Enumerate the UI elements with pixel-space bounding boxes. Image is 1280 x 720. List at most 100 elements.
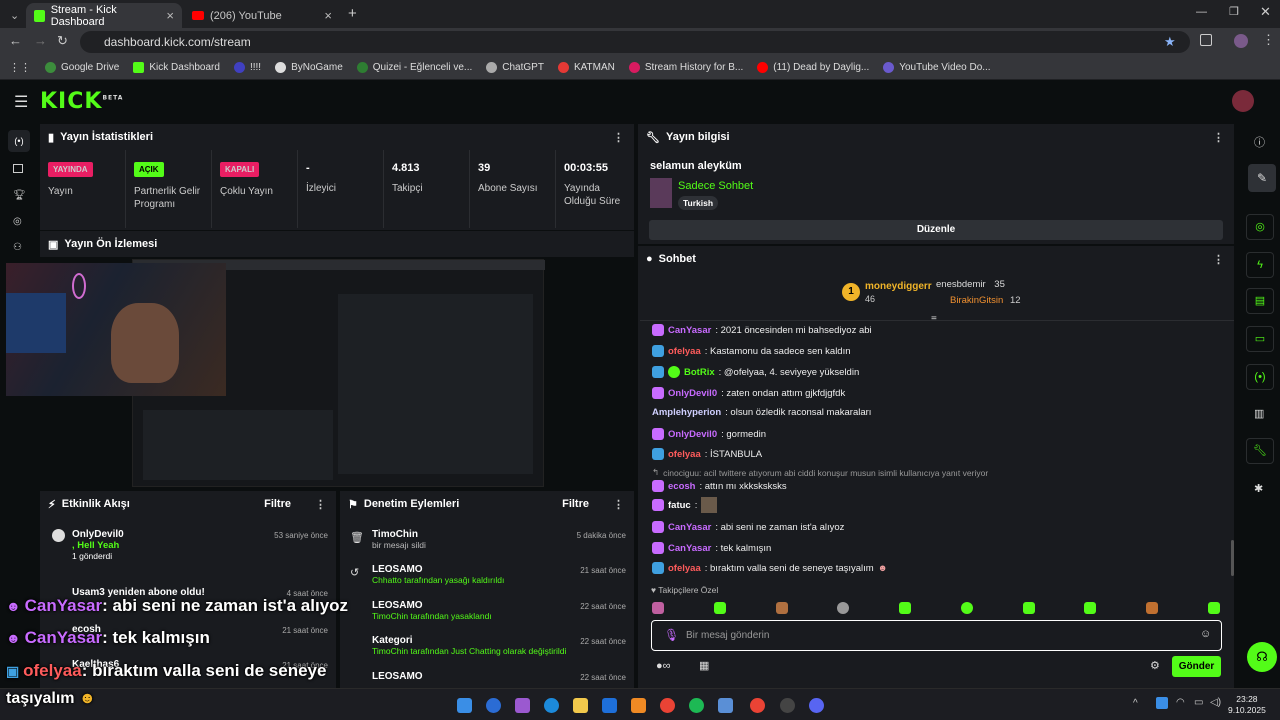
chrome-icon[interactable] bbox=[660, 698, 675, 713]
filter-button[interactable]: Filtre bbox=[562, 498, 589, 510]
bookmark-item[interactable]: Quizei - Eğlenceli ve... bbox=[356, 62, 472, 73]
emote-icon[interactable] bbox=[960, 602, 973, 614]
chat-input[interactable]: 🎙︎ Bir mesaj gönderin ☺ bbox=[651, 620, 1222, 651]
emoji-picker-icon[interactable]: ☺ bbox=[1200, 628, 1211, 640]
kick-points-icon[interactable]: ●∞ bbox=[656, 660, 671, 672]
profile-avatar[interactable] bbox=[1234, 34, 1248, 48]
more-options-icon[interactable]: ⋮ bbox=[1213, 131, 1224, 144]
new-tab-button[interactable]: + bbox=[348, 5, 357, 22]
tab-kick-dashboard[interactable]: Stream - Kick Dashboard × bbox=[26, 3, 182, 28]
edit-button[interactable]: Düzenle bbox=[649, 220, 1223, 240]
chat-username[interactable]: BotRix bbox=[684, 367, 715, 378]
bookmark-item[interactable]: Kick Dashboard bbox=[133, 62, 220, 73]
top-gifter-3[interactable]: BirakinGitsin 12 bbox=[950, 295, 1021, 306]
edge-icon[interactable] bbox=[544, 698, 559, 713]
store-icon[interactable]: ▦ bbox=[699, 659, 709, 672]
chat-username[interactable]: CanYasar bbox=[668, 325, 711, 336]
emote-icon[interactable] bbox=[837, 602, 850, 614]
hamburger-menu-icon[interactable]: ☰ bbox=[14, 92, 28, 112]
app-icon[interactable] bbox=[486, 698, 501, 713]
vlc-icon[interactable] bbox=[631, 698, 646, 713]
chat-settings-icon[interactable]: ⚙ bbox=[1150, 659, 1160, 672]
extensions-icon[interactable] bbox=[1200, 34, 1212, 46]
forward-icon[interactable]: → bbox=[34, 33, 47, 48]
bookmark-item[interactable]: !!!! bbox=[233, 62, 261, 73]
bookmark-item[interactable]: KATMAN bbox=[557, 62, 615, 73]
chat-username[interactable]: ofelyaa bbox=[668, 563, 701, 574]
emote-icon[interactable] bbox=[713, 602, 726, 614]
app-icon[interactable] bbox=[718, 698, 733, 713]
stream-nav-icon[interactable]: (•) bbox=[8, 130, 30, 152]
wifi-icon[interactable]: ◠ bbox=[1176, 697, 1185, 708]
microphone-icon[interactable]: 🎙︎ bbox=[664, 628, 679, 642]
close-icon[interactable]: × bbox=[166, 8, 174, 23]
star-icon[interactable]: ★ bbox=[1164, 31, 1176, 53]
minimize-button[interactable]: — bbox=[1196, 6, 1207, 18]
kick-logo[interactable]: KICKBETA bbox=[40, 89, 123, 114]
support-icon[interactable]: ☊ bbox=[1247, 642, 1277, 672]
top-gifter-name[interactable]: moneydiggerr bbox=[865, 281, 932, 292]
emote-tab[interactable]: ♥ Takipçilere Özel bbox=[651, 585, 718, 595]
emote-icon[interactable] bbox=[1207, 602, 1220, 614]
bookmark-item[interactable]: YouTube Video Do... bbox=[883, 62, 991, 73]
more-options-icon[interactable]: ⋮ bbox=[315, 498, 326, 511]
chat-username[interactable]: CanYasar bbox=[668, 522, 711, 533]
apps-grid-icon[interactable]: ⋮⋮ bbox=[9, 61, 31, 74]
url-input[interactable]: dashboard.kick.com/stream ★ bbox=[80, 31, 1190, 53]
start-icon[interactable] bbox=[457, 698, 472, 713]
broadcast-tool-icon[interactable]: (•) bbox=[1246, 364, 1274, 390]
emote-icon[interactable] bbox=[652, 602, 664, 614]
chat-tool-icon[interactable]: ▭ bbox=[1246, 326, 1274, 352]
reload-icon[interactable]: ↻ bbox=[57, 33, 68, 49]
more-options-icon[interactable]: ⋮ bbox=[613, 131, 624, 144]
chat-scrollbar[interactable] bbox=[1231, 540, 1234, 576]
bookmark-item[interactable]: (11) Dead by Daylig... bbox=[757, 62, 869, 73]
emote-icon[interactable] bbox=[1146, 602, 1159, 614]
more-options-icon[interactable]: ⋮ bbox=[613, 498, 624, 511]
info-icon[interactable]: ⓘ bbox=[1254, 134, 1265, 150]
emote-icon[interactable] bbox=[1084, 602, 1097, 614]
explorer-icon[interactable] bbox=[573, 698, 588, 713]
obs-icon[interactable] bbox=[780, 698, 795, 713]
emote-icon[interactable] bbox=[899, 602, 912, 614]
chat-username[interactable]: Amplehyperion bbox=[652, 407, 721, 418]
tray-chevron-icon[interactable]: ^ bbox=[1133, 698, 1138, 709]
category-link[interactable]: Sadece Sohbet bbox=[678, 180, 753, 192]
more-options-icon[interactable]: ⋮ bbox=[1213, 253, 1224, 266]
lightning-tool-icon[interactable]: ϟ bbox=[1246, 252, 1274, 278]
emote-icon[interactable] bbox=[1022, 602, 1035, 614]
chat-username[interactable]: fatuc bbox=[668, 500, 691, 511]
tab-youtube[interactable]: (206) YouTube × bbox=[184, 3, 340, 28]
clips-nav-icon[interactable]: ◎ bbox=[13, 216, 22, 227]
back-icon[interactable]: ← bbox=[9, 33, 22, 48]
maximize-button[interactable]: ❐ bbox=[1229, 5, 1239, 18]
chat-username[interactable]: OnlyDevil0 bbox=[668, 388, 717, 399]
chat-username[interactable]: ecosh bbox=[668, 481, 695, 492]
store-icon[interactable] bbox=[602, 698, 617, 713]
users-nav-icon[interactable]: ⚇ bbox=[13, 242, 22, 253]
notes-tool-icon[interactable]: ▤ bbox=[1246, 288, 1274, 314]
bookmark-item[interactable]: Google Drive bbox=[45, 62, 119, 73]
more-tools-icon[interactable]: ✱ bbox=[1254, 482, 1263, 495]
chat-username[interactable]: ofelyaa bbox=[668, 346, 701, 357]
app-icon[interactable] bbox=[515, 698, 530, 713]
bookmark-item[interactable]: Stream History for B... bbox=[628, 62, 743, 73]
trophy-nav-icon[interactable]: 🏆︎ bbox=[13, 190, 26, 201]
emote-icon[interactable] bbox=[775, 602, 788, 614]
send-button[interactable]: Gönder bbox=[1172, 656, 1221, 677]
user-avatar[interactable] bbox=[1232, 90, 1254, 112]
spotify-icon[interactable] bbox=[689, 698, 704, 713]
top-gifter-2[interactable]: enesbdemir 35 bbox=[936, 279, 1005, 290]
clip-tool-icon[interactable]: ◎ bbox=[1246, 214, 1274, 240]
wrench-tool-icon[interactable]: 🔧︎ bbox=[1246, 438, 1274, 464]
window-close-button[interactable]: ✕ bbox=[1260, 4, 1271, 20]
layers-tool-icon[interactable]: ▥ bbox=[1254, 407, 1264, 420]
chat-username[interactable]: OnlyDevil0 bbox=[668, 429, 717, 440]
chrome-active-icon[interactable] bbox=[750, 698, 765, 713]
filter-button[interactable]: Filtre bbox=[264, 498, 291, 510]
tray-app-icon[interactable] bbox=[1156, 697, 1168, 709]
bookmark-item[interactable]: ByNoGame bbox=[275, 62, 343, 73]
clock[interactable]: 23:28 9.10.2025 bbox=[1228, 694, 1266, 716]
discord-icon[interactable] bbox=[809, 698, 824, 713]
chat-username[interactable]: ofelyaa bbox=[668, 449, 701, 460]
